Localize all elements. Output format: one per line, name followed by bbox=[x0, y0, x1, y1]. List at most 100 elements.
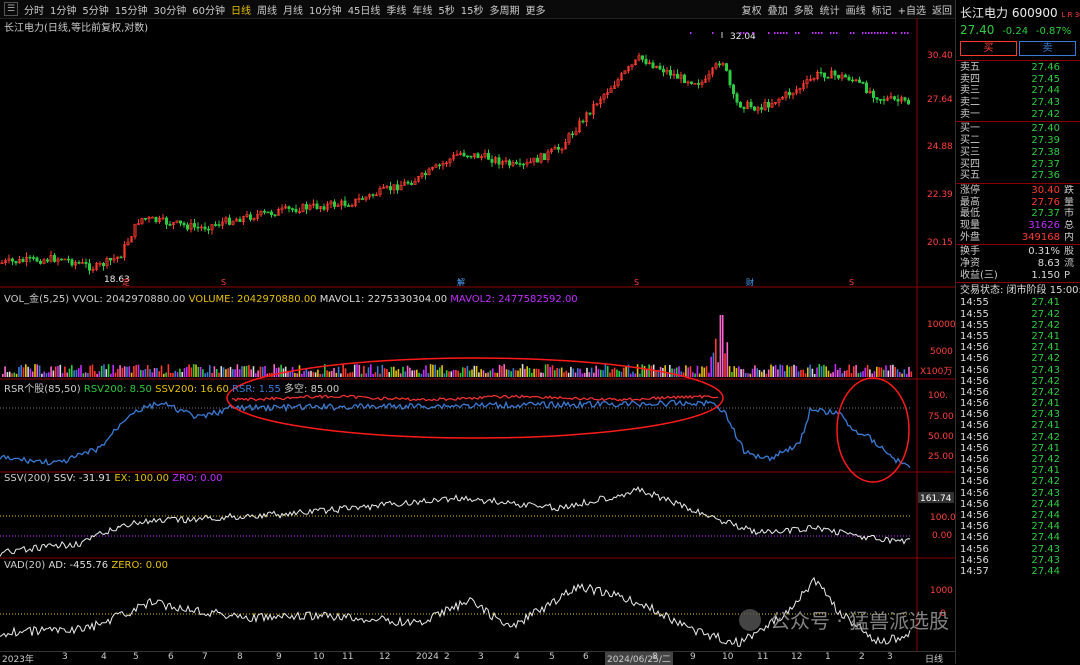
tool-button[interactable]: 复权 bbox=[739, 2, 765, 17]
buy-button[interactable]: 买 bbox=[960, 41, 1017, 56]
candle-body bbox=[535, 157, 539, 163]
price-change: -0.24 bbox=[1002, 26, 1029, 37]
period-tab[interactable]: 年线 bbox=[409, 2, 435, 17]
event-marker[interactable]: 定 bbox=[122, 277, 130, 287]
volume-bar bbox=[448, 371, 450, 377]
volume-bar bbox=[763, 369, 765, 377]
candle-body bbox=[861, 82, 865, 84]
volume-bar bbox=[420, 373, 423, 377]
period-tab[interactable]: 更多 bbox=[523, 2, 549, 17]
candle-body bbox=[864, 82, 868, 93]
volume-bar bbox=[43, 371, 45, 377]
volume-bar bbox=[358, 364, 361, 377]
chart-area[interactable]: 30.40 27.64 24.88 22.39 20.15 10000 5000… bbox=[0, 18, 955, 651]
candle-body bbox=[21, 258, 25, 262]
tool-button[interactable]: 返回 bbox=[929, 2, 955, 17]
volume-bar bbox=[489, 370, 492, 377]
volume-bar bbox=[321, 373, 324, 377]
y-tick: 25.00 bbox=[928, 452, 954, 462]
volume-bar bbox=[574, 372, 577, 377]
volume-bar bbox=[107, 364, 110, 377]
volume-bar bbox=[312, 372, 315, 377]
volume-bar bbox=[703, 367, 706, 377]
tool-button[interactable]: 标记 bbox=[869, 2, 895, 17]
volume-bar bbox=[436, 369, 439, 377]
volume-bar bbox=[512, 368, 515, 377]
sell-button[interactable]: 卖 bbox=[1019, 41, 1076, 56]
period-tab[interactable]: 5分钟 bbox=[79, 2, 111, 17]
volume-bar bbox=[869, 369, 871, 377]
x-tick: 3 bbox=[887, 652, 893, 662]
volume-bar bbox=[257, 370, 259, 377]
rsr-line bbox=[0, 399, 911, 469]
period-tab[interactable]: 30分钟 bbox=[150, 2, 189, 17]
volume-bar bbox=[160, 365, 163, 377]
period-tab[interactable]: 周线 bbox=[254, 2, 280, 17]
quote-row: 最高 27.76 量 bbox=[956, 197, 1080, 209]
volume-bar bbox=[275, 367, 278, 377]
event-marker[interactable]: S bbox=[221, 278, 226, 287]
tick-price: 27.44 bbox=[1031, 521, 1060, 533]
volume-bar bbox=[144, 368, 147, 377]
period-tab[interactable]: 60分钟 bbox=[189, 2, 228, 17]
candle-body bbox=[203, 226, 207, 230]
tick-row: 14:56 27.42 bbox=[956, 376, 1080, 387]
volume-bar bbox=[866, 364, 869, 377]
volume-bar bbox=[393, 366, 395, 377]
tick-time: 14:56 bbox=[960, 509, 989, 521]
candle-body bbox=[217, 224, 221, 226]
period-tab[interactable]: 月线 bbox=[280, 2, 306, 17]
volume-bar bbox=[381, 364, 384, 377]
event-marker[interactable]: S bbox=[634, 278, 639, 287]
volume-bar bbox=[482, 370, 485, 377]
volume-bar bbox=[27, 366, 29, 377]
period-tab[interactable]: 日线 bbox=[228, 2, 254, 17]
period-tab[interactable]: 15分钟 bbox=[112, 2, 151, 17]
volume-bar bbox=[855, 365, 857, 377]
period-tab[interactable]: 5秒 bbox=[435, 2, 457, 17]
candle-body bbox=[682, 74, 686, 84]
event-marker[interactable]: 财 bbox=[746, 277, 754, 287]
volume-bar bbox=[717, 362, 719, 377]
volume-bar bbox=[146, 365, 149, 377]
volume-bar bbox=[112, 364, 114, 377]
period-tab[interactable]: 分时 bbox=[21, 2, 47, 17]
y-tick: 1000 bbox=[930, 586, 953, 596]
volume-bar bbox=[77, 368, 80, 377]
volume-bar bbox=[192, 364, 195, 377]
event-marker[interactable]: 解 bbox=[457, 277, 465, 287]
volume-bar bbox=[735, 368, 738, 377]
x-axis-period[interactable]: 日线 bbox=[925, 652, 943, 665]
tool-button[interactable]: 统计 bbox=[817, 2, 843, 17]
tool-button[interactable]: +自选 bbox=[895, 2, 929, 17]
period-tab[interactable]: 季线 bbox=[383, 2, 409, 17]
volume-bar bbox=[176, 372, 179, 377]
volume-bar bbox=[100, 365, 103, 377]
period-tab[interactable]: 多周期 bbox=[487, 2, 523, 17]
period-tab[interactable]: 45日线 bbox=[345, 2, 384, 17]
volume-bar bbox=[342, 364, 344, 377]
candle-body bbox=[476, 153, 480, 159]
volume-bar bbox=[871, 373, 873, 377]
tool-button[interactable]: 叠加 bbox=[765, 2, 791, 17]
period-tab[interactable]: 15秒 bbox=[458, 2, 487, 17]
tool-button[interactable]: 画线 bbox=[843, 2, 869, 17]
event-marker[interactable]: S bbox=[849, 278, 854, 287]
period-tab[interactable]: 10分钟 bbox=[306, 2, 345, 17]
tool-button[interactable]: 多股 bbox=[791, 2, 817, 17]
candle-body bbox=[735, 93, 739, 103]
tick-row: 14:56 27.41 bbox=[956, 342, 1080, 353]
period-tab[interactable]: 1分钟 bbox=[47, 2, 79, 17]
quote-row: 卖一 27.42 bbox=[956, 109, 1080, 121]
volume-bar bbox=[206, 372, 209, 377]
volume-bar bbox=[427, 373, 430, 377]
volume-bar bbox=[250, 369, 252, 377]
menu-icon[interactable]: ☰ bbox=[4, 2, 18, 16]
volume-bar bbox=[13, 372, 16, 377]
candle-body bbox=[102, 263, 106, 267]
volume-bar bbox=[733, 366, 735, 377]
volume-bar bbox=[422, 369, 425, 377]
volume-bar bbox=[31, 371, 34, 377]
candle-body bbox=[465, 155, 469, 158]
volume-bar bbox=[457, 370, 459, 377]
